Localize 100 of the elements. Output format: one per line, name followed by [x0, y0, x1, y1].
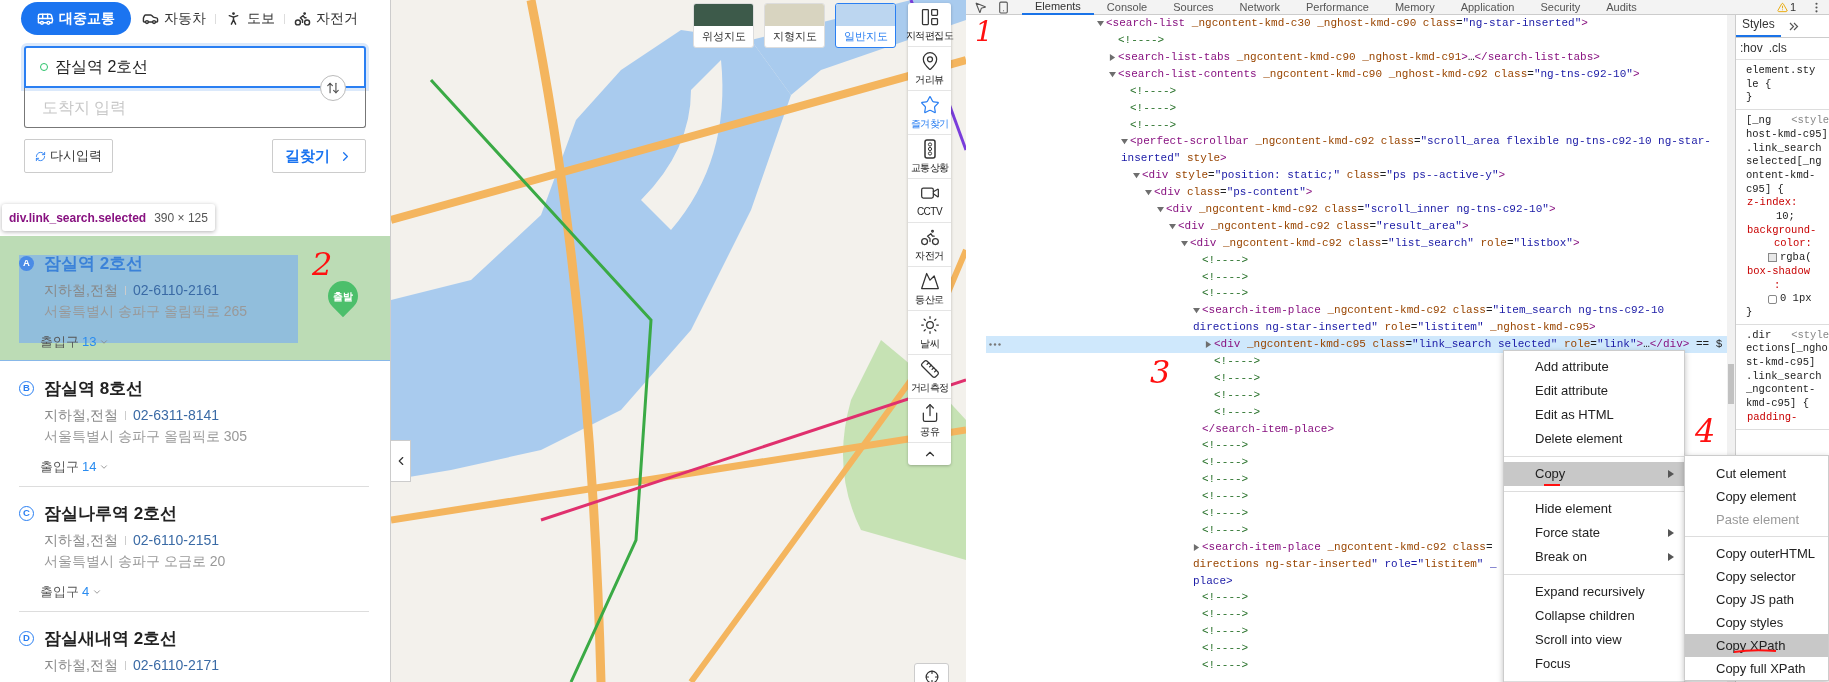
expanded-triangle-icon[interactable] [1109, 70, 1116, 78]
dom-tree-row[interactable]: <!----> [1193, 487, 1249, 505]
color-swatch-icon[interactable] [1768, 253, 1777, 263]
map-tool-button[interactable]: 날씨 [908, 311, 951, 355]
map-tool-button[interactable]: 거리뷰 [908, 47, 951, 91]
start-input-box[interactable]: 잠실역 2호선 [24, 46, 366, 88]
result-item[interactable]: B 잠실역 8호선 지하철,전철 02-6311-8141 서울특별시 송파구 올림픽로 305 출입구 14 [0, 361, 390, 486]
style-filter-button[interactable]: .cls [1768, 41, 1787, 56]
dom-tree-row[interactable]: <!----> [1109, 31, 1165, 49]
dom-tree-row[interactable]: <!----> [1193, 437, 1249, 455]
result-item[interactable]: D 잠실새내역 2호선 지하철,전철 02-6110-2171 [0, 611, 390, 682]
map-tool-button[interactable]: 즐겨찾기 [908, 91, 951, 135]
devtools-tab[interactable]: Application [1447, 0, 1528, 15]
dom-tree-row[interactable]: <div _ngcontent-kmd-c92 class="result_area"> [1169, 217, 1469, 235]
reset-button[interactable]: 다시입력 [24, 139, 113, 173]
transport-mode-tab[interactable]: 자전거 [291, 2, 361, 35]
dom-tree-row[interactable]: <!----> [1205, 369, 1261, 387]
expanded-triangle-icon[interactable] [1097, 19, 1104, 27]
menu-item[interactable]: Copy styles [1685, 611, 1828, 634]
transport-mode-tab[interactable]: 자동차 [139, 2, 209, 35]
menu-item[interactable]: Delete element [1504, 427, 1684, 451]
menu-item[interactable]: Copy JS path [1685, 588, 1828, 611]
devtools-tab[interactable]: Elements [1022, 0, 1094, 15]
dom-tree-row[interactable]: <search-list-tabs _ngcontent-kmd-c90 _nghost-kmd-c91>…</search-list-tabs> [1109, 48, 1600, 66]
map-tool-button[interactable]: 거리측정 [908, 355, 951, 399]
menu-item[interactable]: Expand recursively [1504, 580, 1684, 604]
find-route-button[interactable]: 길찾기 [272, 139, 366, 173]
dom-tree-row[interactable]: <!----> [1193, 251, 1249, 269]
map-tool-button[interactable]: 교통상황 [908, 135, 951, 179]
collapsed-triangle-icon[interactable] [1193, 543, 1200, 551]
dom-tree-row[interactable]: <!----> [1121, 82, 1177, 100]
menu-item[interactable]: Copy full XPath [1685, 657, 1828, 680]
menu-item[interactable]: Copy selector [1685, 565, 1828, 588]
dom-tree-row[interactable]: <!----> [1205, 386, 1261, 404]
dom-tree-row[interactable]: <div _ngcontent-kmd-c95 class="link_search selected" role="link">…</div> == $ [986, 335, 1727, 353]
menu-item[interactable]: Force state [1504, 521, 1684, 545]
swap-button[interactable] [320, 75, 346, 101]
more-tabs-icon[interactable] [1788, 21, 1799, 31]
start-input-field[interactable]: 잠실역 2호선 [55, 48, 364, 86]
exit-dropdown[interactable]: 출입구 4 [40, 582, 103, 602]
place-name[interactable]: 잠실새내역 2호선 [44, 626, 178, 652]
dom-tree-row[interactable]: <search-list _ngcontent-kmd-c30 _nghost-kmd-c90 class="ng-star-inserted"> [1097, 15, 1588, 32]
dom-tree-row[interactable]: <div class="ps-content"> [1145, 183, 1313, 201]
dom-tree-row[interactable]: <!----> [1205, 352, 1261, 370]
warning-counter[interactable]: 1 [1776, 0, 1796, 16]
devtools-tab[interactable]: Sources [1160, 0, 1227, 15]
dom-tree-row[interactable]: <!----> [1193, 623, 1249, 640]
dom-tree-row[interactable]: <!----> [1193, 521, 1249, 539]
menu-item[interactable]: Scroll into view [1504, 628, 1684, 652]
dom-tree-row[interactable]: <!----> [1193, 285, 1249, 303]
dom-tree-row[interactable]: <!----> [1193, 471, 1249, 488]
devtools-tab[interactable]: Performance [1292, 0, 1382, 15]
map-type-button[interactable]: 위성지도 [693, 3, 754, 48]
dom-tree-row[interactable]: <div _ngcontent-kmd-c92 class="scroll_inner ng-tns-c92-10"> [1157, 200, 1556, 218]
expanded-triangle-icon[interactable] [1145, 188, 1152, 196]
menu-item[interactable]: Cut element [1685, 462, 1828, 485]
map-tool-button[interactable]: 공유 [908, 399, 951, 443]
dom-tree-row[interactable]: <!----> [1193, 268, 1249, 286]
menu-item[interactable]: Break on [1504, 545, 1684, 569]
map-type-button[interactable]: 지형지도 [764, 3, 825, 48]
place-name[interactable]: 잠실역 8호선 [44, 376, 144, 402]
map-tool-button[interactable]: CCTV [908, 179, 951, 223]
dom-tree-row[interactable]: <!----> [1121, 99, 1177, 117]
dom-tree-row[interactable]: <!----> [1193, 589, 1249, 607]
menu-item[interactable]: Edit attribute [1504, 379, 1684, 403]
dom-tree-row[interactable]: <search-list-contents _ngcontent-kmd-c90 _nghost-kmd-c92 class="ng-tns-c92-10"> [1109, 65, 1640, 83]
devtools-tab[interactable]: Audits [1593, 0, 1650, 15]
dom-tree-row[interactable]: <!----> [1193, 639, 1249, 657]
place-name[interactable]: 잠실나루역 2호선 [44, 501, 178, 527]
style-filter-button[interactable]: :hov [1740, 41, 1763, 56]
styles-tab[interactable]: Styles [1736, 15, 1781, 37]
menu-item[interactable]: Copy XPath [1685, 634, 1828, 657]
devtools-tab[interactable]: Memory [1381, 0, 1448, 15]
device-toggle-icon[interactable] [997, 0, 1010, 14]
expanded-triangle-icon[interactable] [1181, 239, 1188, 247]
expanded-triangle-icon[interactable] [1169, 222, 1176, 230]
dom-tree-row[interactable]: <!----> [1193, 504, 1249, 522]
shadow-editor-icon[interactable] [1768, 294, 1777, 304]
menu-item[interactable]: Copy element [1685, 485, 1828, 508]
expanded-triangle-icon[interactable] [1133, 171, 1140, 179]
dom-tree-row[interactable]: <search-item-place _ngcontent-kmd-c92 class="item_search ng-tns-c92-10 directions ng-star-inserted" role="listitem" _nghost-kmd-c95> [1193, 302, 1665, 336]
devtools-tab[interactable]: Network [1226, 0, 1293, 15]
menu-item[interactable]: Edit as HTML [1504, 403, 1684, 427]
menu-item[interactable]: Collapse children [1504, 604, 1684, 628]
map-tool-button[interactable]: 자전거 [908, 223, 951, 267]
dom-tree-row[interactable]: <perfect-scrollbar _ngcontent-kmd-c92 class="scroll_area flexible ng-tns-c92-10 ng-star- inserted" style> [1121, 133, 1711, 167]
dom-tree-row[interactable]: <!----> [1193, 606, 1249, 624]
dom-tree-row[interactable]: <!----> [1193, 454, 1249, 472]
style-source[interactable]: <style [1791, 328, 1829, 343]
dom-tree-row[interactable]: <search-item-place _ngcontent-kmd-c92 class= directions ng-star-inserted" role="listitem" _ place> [1193, 538, 1497, 590]
menu-item[interactable]: Add attribute [1504, 355, 1684, 379]
menu-item[interactable]: Focus [1504, 652, 1684, 676]
dom-tree-row[interactable]: <div _ngcontent-kmd-c92 class="list_search" role="listbox"> [1181, 234, 1580, 252]
expanded-triangle-icon[interactable] [1193, 307, 1200, 315]
result-item[interactable]: C 잠실나루역 2호선 지하철,전철 02-6110-2151 서울특별시 송파구 오금로 20 출입구 4 [0, 486, 390, 611]
collapsed-triangle-icon[interactable] [1109, 53, 1116, 61]
dom-tree-row[interactable]: <!----> [1193, 656, 1249, 674]
expanded-triangle-icon[interactable] [1121, 138, 1128, 146]
transport-mode-tab[interactable]: 대중교통 [21, 2, 131, 35]
exit-dropdown[interactable]: 출입구 13 [40, 332, 110, 352]
